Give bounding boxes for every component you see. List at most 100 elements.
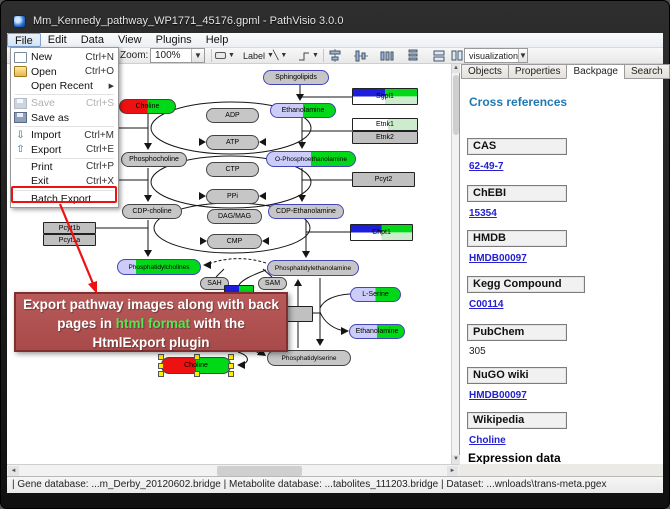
gene-box-partial[interactable] — [287, 306, 313, 322]
expression-data-heading: Expression data — [468, 451, 561, 464]
menu-item-open-recent[interactable]: Open Recent ▶ — [11, 79, 118, 93]
node-sam[interactable]: SAM — [258, 277, 287, 290]
node-label: ATP — [226, 139, 239, 146]
node-sphingolipids[interactable]: Sphingolipids — [263, 70, 329, 85]
node-cdp-ethanolamine[interactable]: CDP-Ethanolamine — [268, 204, 344, 219]
align-center-y-button[interactable] — [351, 48, 371, 63]
tab-search[interactable]: Search — [624, 64, 670, 79]
node-label: SAM — [265, 280, 280, 287]
link-nugo[interactable]: HMDB00097 — [469, 390, 527, 401]
scroll-left-icon[interactable]: ◄ — [8, 466, 19, 476]
selection-handle[interactable] — [158, 371, 164, 377]
menu-view[interactable]: View — [111, 33, 149, 47]
tab-objects[interactable]: Objects — [461, 64, 509, 79]
title-bar[interactable]: Mm_Kennedy_pathway_WP1771_45176.gpml - P… — [7, 9, 663, 33]
gene-sgpl1[interactable]: Sgpl1 — [352, 88, 418, 105]
selection-handle[interactable] — [194, 371, 200, 377]
menu-help[interactable]: Help — [199, 33, 236, 47]
gene-pcyt2[interactable]: Pcyt2 — [352, 172, 415, 187]
node-label: PPi — [227, 193, 238, 200]
selection-handle[interactable] — [228, 354, 234, 360]
node-choline-selected[interactable]: Choline — [161, 357, 231, 374]
node-phosphatidylethanolamine[interactable]: Phosphatidylethanolamine — [267, 260, 359, 276]
selection-handle[interactable] — [228, 371, 234, 377]
tab-backpage[interactable]: Backpage — [566, 64, 624, 79]
menu-item-save-as[interactable]: Save as — [11, 111, 118, 125]
scroll-up-icon[interactable]: ▲ — [452, 64, 460, 73]
connector-tool-button[interactable]: ▼ — [295, 48, 322, 63]
gene-pcyt1a[interactable]: Pcyt1a — [43, 234, 96, 246]
menu-item-print[interactable]: Print Ctrl+P — [11, 160, 118, 174]
zoom-combobox[interactable]: 100% ▼ — [150, 48, 205, 63]
status-text: | Gene database: ...m_Derby_20120602.bri… — [12, 479, 606, 490]
node-ethanolamine-2[interactable]: Ethanolamine — [349, 324, 405, 339]
link-wikipedia[interactable]: Choline — [469, 435, 506, 446]
node-adp[interactable]: ADP — [206, 108, 259, 123]
selection-handle[interactable] — [158, 363, 164, 369]
node-cmp[interactable]: CMP — [207, 234, 262, 249]
distribute-vertical-button[interactable] — [403, 48, 423, 63]
menu-item-open[interactable]: Open Ctrl+O — [11, 64, 118, 78]
node-atp[interactable]: ATP — [206, 135, 259, 150]
line-tool-button[interactable]: ╲▼ — [270, 48, 290, 63]
gene-etnk2[interactable]: Etnk2 — [352, 131, 418, 144]
node-o-phosphoethanolamine[interactable]: O-Phosphoethanolamine — [266, 151, 356, 167]
link-chebi[interactable]: 15354 — [469, 208, 497, 219]
gene-etnk1[interactable]: Etnk1 — [352, 118, 418, 131]
gene-label: Chpt1 — [372, 229, 391, 236]
gene-pcyt1b[interactable]: Pcyt1b — [43, 222, 96, 234]
menu-plugins[interactable]: Plugins — [149, 33, 199, 47]
node-label: SAH — [207, 280, 221, 287]
link-cas[interactable]: 62-49-7 — [469, 161, 503, 172]
align-center-x-icon — [328, 49, 342, 62]
gene-chpt1[interactable]: Chpt1 — [350, 224, 413, 241]
link-kegg[interactable]: C00114 — [469, 299, 503, 310]
horizontal-scrollbar[interactable]: ◄ ► — [7, 464, 459, 476]
node-ppi[interactable]: PPi — [206, 189, 259, 204]
common-width-button[interactable] — [429, 48, 449, 63]
menu-separator — [15, 94, 114, 95]
node-label: Phosphatidylethanolamine — [275, 265, 351, 272]
visualization-combobox[interactable]: visualization ▼ — [464, 48, 528, 63]
horizontal-scroll-thumb[interactable] — [217, 466, 302, 476]
menu-item-save[interactable]: Save Ctrl+S — [11, 96, 118, 110]
selection-handle[interactable] — [158, 354, 164, 360]
node-cdp-choline[interactable]: CDP-choline — [122, 204, 182, 219]
chevron-down-icon[interactable]: ▼ — [191, 49, 204, 62]
align-center-x-button[interactable] — [325, 48, 345, 63]
section-header-pubchem: PubChem — [467, 324, 567, 341]
distribute-horizontal-button[interactable] — [377, 48, 397, 63]
menu-item-export[interactable]: ⇧ Export Ctrl+E — [11, 142, 118, 156]
menu-data[interactable]: Data — [74, 33, 111, 47]
new-element-button[interactable]: ▼ — [212, 48, 238, 63]
node-phosphatidylserine[interactable]: Phosphatidylserine — [267, 350, 351, 366]
node-phosphatidylcholines[interactable]: Phosphatidylcholines — [117, 259, 201, 275]
scroll-right-icon[interactable]: ► — [447, 466, 458, 476]
align-center-y-icon — [354, 49, 368, 62]
menu-item-new[interactable]: New Ctrl+N — [11, 50, 118, 64]
tab-properties[interactable]: Properties — [508, 64, 568, 79]
node-phosphocholine[interactable]: Phosphocholine — [121, 152, 187, 167]
cross-references-heading: Cross references — [469, 95, 567, 109]
selection-handle[interactable] — [194, 354, 200, 360]
menu-item-import[interactable]: ⇩ Import Ctrl+M — [11, 128, 118, 142]
new-document-icon — [14, 52, 27, 63]
node-dag-mag[interactable]: DAG/MAG — [207, 209, 262, 224]
selection-handle[interactable] — [228, 363, 234, 369]
node-l-serine[interactable]: L-Serine — [350, 287, 401, 302]
link-hmdb[interactable]: HMDB00097 — [469, 253, 527, 264]
node-ctp[interactable]: CTP — [206, 162, 259, 177]
menu-file[interactable]: File — [7, 33, 41, 47]
node-ethanolamine-top[interactable]: Ethanolamine — [270, 103, 336, 118]
app-icon — [13, 15, 26, 28]
chevron-down-icon[interactable]: ▼ — [518, 49, 527, 62]
menu-edit[interactable]: Edit — [41, 33, 74, 47]
menu-separator — [15, 126, 114, 127]
gene-label: Pcyt2 — [375, 176, 393, 183]
annotation-callout: Export pathway images along with back pa… — [14, 292, 288, 352]
vertical-scroll-thumb[interactable] — [453, 75, 459, 135]
scroll-down-icon[interactable]: ▼ — [452, 455, 460, 464]
vertical-scrollbar[interactable]: ▲ ▼ — [451, 64, 459, 464]
open-folder-icon — [14, 66, 27, 77]
node-choline-top[interactable]: Choline — [119, 99, 176, 114]
